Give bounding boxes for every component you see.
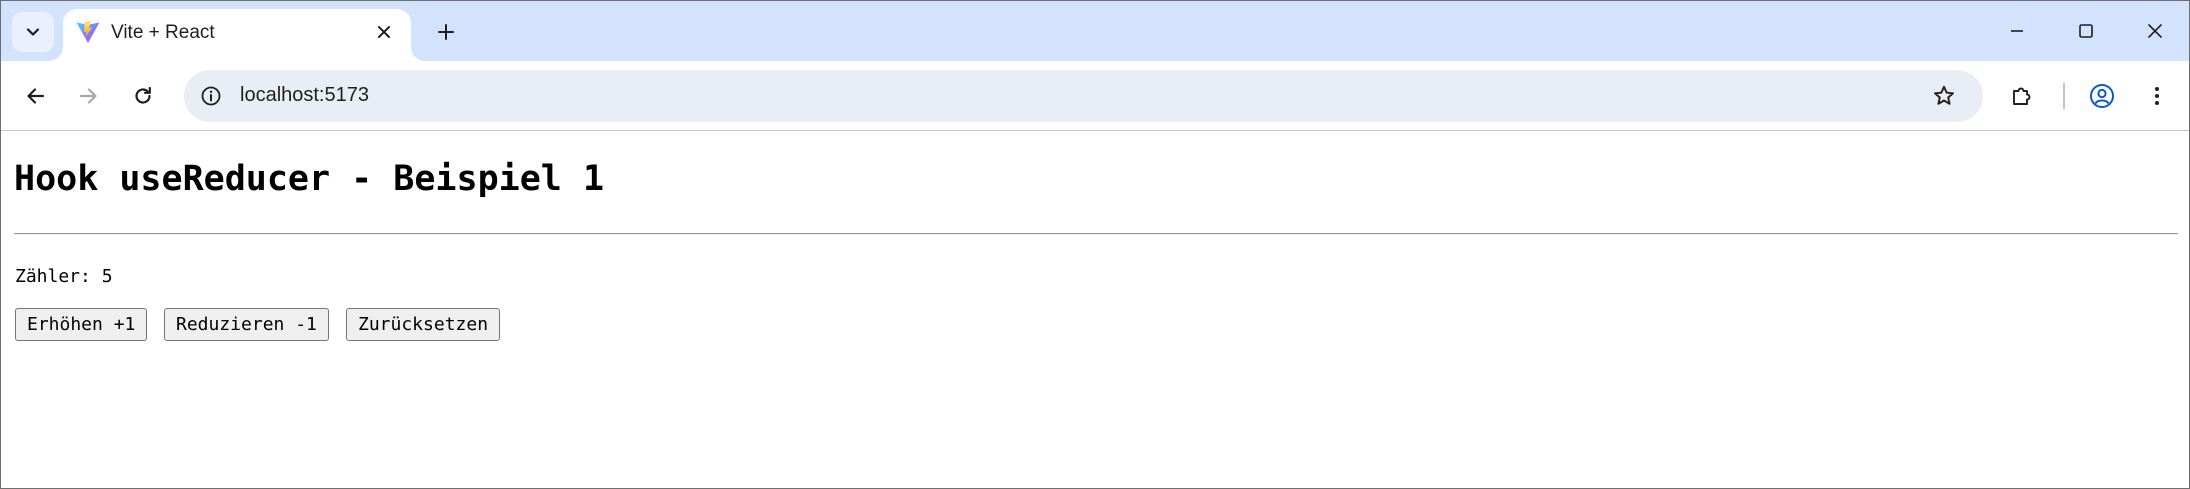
- tab-search-button[interactable]: [12, 12, 54, 52]
- reload-button[interactable]: [123, 76, 163, 116]
- arrow-left-icon: [27, 88, 45, 104]
- browser-window: Vite + React localhost:5173 Hook useRedu…: [0, 0, 2190, 489]
- close-icon: [2148, 24, 2162, 38]
- maximize-icon: [2079, 24, 2093, 38]
- url-text[interactable]: localhost:5173: [240, 84, 369, 107]
- tab-strip: Vite + React: [1, 1, 2189, 61]
- toolbar-divider: [2063, 83, 2065, 109]
- minimize-button[interactable]: [1989, 7, 2045, 55]
- chevron-down-icon: [26, 28, 40, 36]
- extensions-button[interactable]: [2002, 76, 2042, 116]
- puzzle-icon: [2013, 87, 2031, 105]
- back-button[interactable]: [16, 76, 56, 116]
- page-content: Hook useReducer - Beispiel 1 Zähler: 5 E…: [1, 132, 2189, 488]
- browser-toolbar: localhost:5173: [1, 61, 2189, 131]
- minimize-icon: [2011, 30, 2023, 32]
- plus-icon: [438, 24, 454, 40]
- close-window-button[interactable]: [2127, 7, 2183, 55]
- maximize-button[interactable]: [2058, 7, 2114, 55]
- star-icon: [1934, 85, 1954, 105]
- active-tab[interactable]: Vite + React: [63, 9, 411, 61]
- bookmark-button[interactable]: [1925, 77, 1963, 115]
- site-info-button[interactable]: [192, 77, 230, 115]
- tab-title: Vite + React: [111, 22, 215, 43]
- forward-button[interactable]: [68, 76, 108, 116]
- profile-button[interactable]: [2082, 76, 2122, 116]
- arrow-right-icon: [79, 88, 97, 104]
- decrement-button[interactable]: Reduzieren -1: [164, 308, 329, 341]
- counter-display: Zähler: 5: [15, 266, 113, 287]
- profile-icon: [2090, 84, 2114, 108]
- vite-logo-icon: [76, 20, 100, 43]
- page-title: Hook useReducer - Beispiel 1: [14, 159, 605, 199]
- horizontal-rule: [14, 233, 2178, 235]
- tab-close-button[interactable]: [370, 18, 398, 46]
- info-icon: [201, 86, 221, 106]
- browser-menu-button[interactable]: [2137, 76, 2177, 116]
- address-bar[interactable]: localhost:5173: [184, 70, 1983, 122]
- close-icon: [378, 26, 390, 38]
- new-tab-button[interactable]: [426, 12, 466, 52]
- reload-icon: [135, 86, 151, 104]
- increment-button[interactable]: Erhöhen +1: [15, 308, 148, 341]
- reset-button[interactable]: Zurücksetzen: [346, 308, 501, 341]
- kebab-menu-icon: [2155, 87, 2159, 105]
